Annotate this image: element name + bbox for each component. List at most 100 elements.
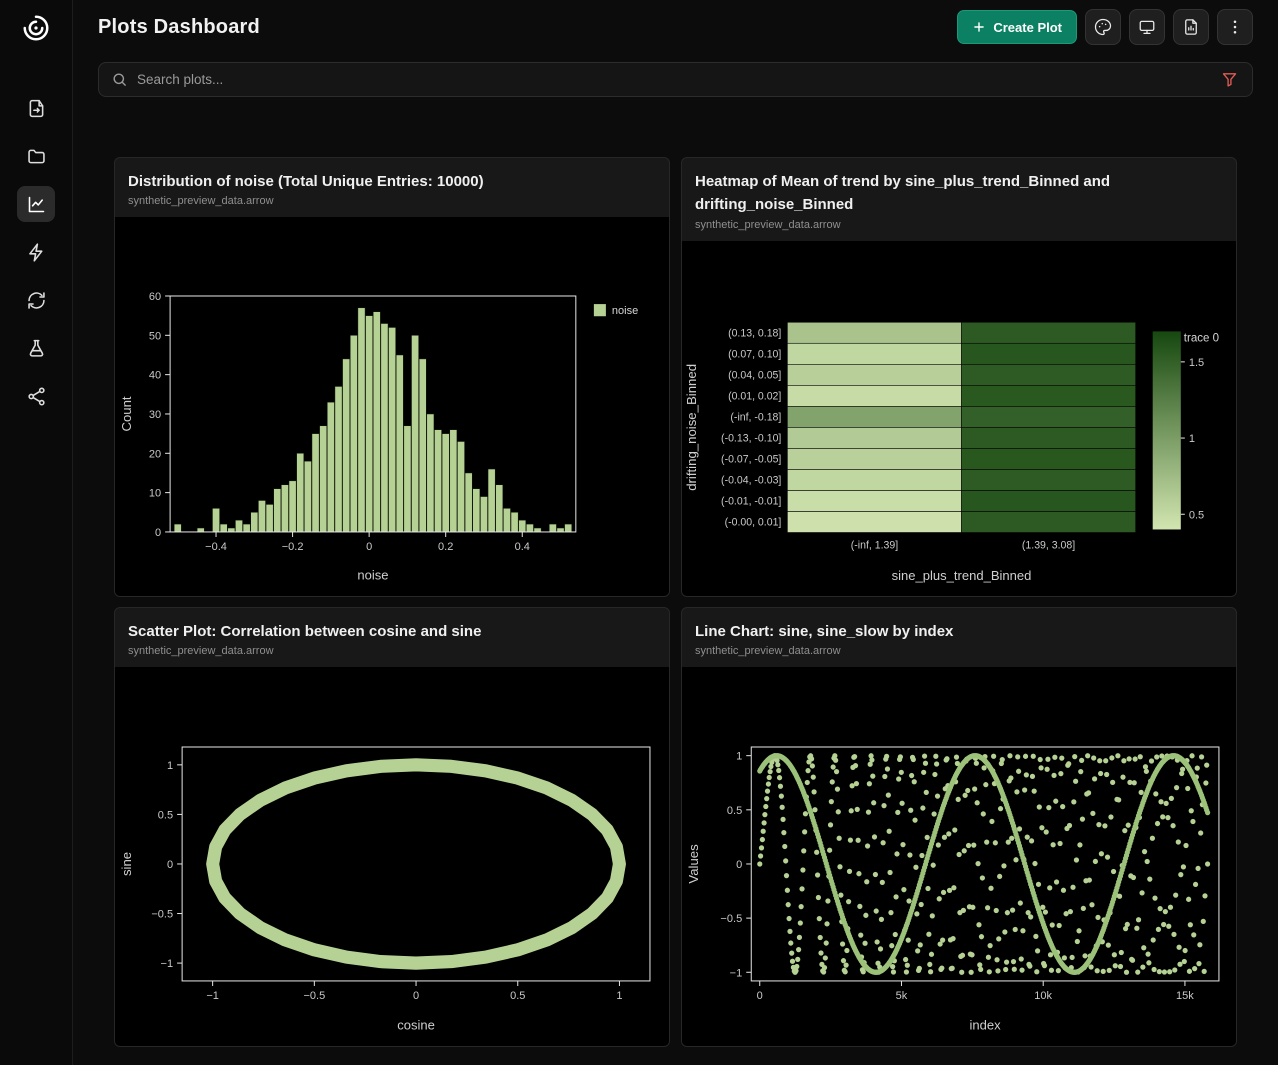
folder-icon — [26, 146, 47, 167]
svg-text:0.5: 0.5 — [510, 990, 525, 1002]
scatter-chart[interactable]: −1−0.500.51−1−0.500.51cosinesine — [115, 667, 669, 1046]
svg-text:1: 1 — [616, 990, 622, 1002]
svg-text:−1: −1 — [206, 990, 219, 1002]
svg-text:−1: −1 — [730, 968, 743, 980]
monitor-icon — [1138, 18, 1156, 36]
sidebar-item-share[interactable] — [17, 378, 55, 414]
sidebar-item-experiments[interactable] — [17, 330, 55, 366]
plot-card-heatmap: Heatmap of Mean of trend by sine_plus_tr… — [681, 157, 1237, 597]
svg-text:trace 0: trace 0 — [1184, 331, 1219, 344]
svg-text:−0.5: −0.5 — [303, 990, 325, 1002]
search-input[interactable] — [137, 72, 1210, 87]
svg-text:0.5: 0.5 — [1189, 509, 1204, 521]
plot-card-header[interactable]: Scatter Plot: Correlation between cosine… — [115, 608, 669, 667]
plot-card-header[interactable]: Heatmap of Mean of trend by sine_plus_tr… — [682, 158, 1236, 241]
more-menu-button[interactable] — [1217, 9, 1253, 45]
svg-text:(0.01, 0.02]: (0.01, 0.02] — [728, 390, 781, 402]
plus-icon — [972, 20, 986, 34]
svg-text:(-0.01, -0.01]: (-0.01, -0.01] — [721, 495, 781, 507]
create-plot-label: Create Plot — [993, 20, 1062, 35]
svg-text:1: 1 — [1189, 433, 1195, 445]
sidebar-item-files[interactable] — [17, 90, 55, 126]
svg-text:0.5: 0.5 — [727, 805, 742, 817]
plot-title: Scatter Plot: Correlation between cosine… — [128, 620, 656, 643]
refresh-icon — [26, 290, 47, 311]
svg-text:5k: 5k — [896, 990, 908, 1002]
theme-palette-button[interactable] — [1085, 9, 1121, 45]
page-header: Plots Dashboard Create Plot — [95, 0, 1256, 54]
svg-text:(-0.00, 0.01]: (-0.00, 0.01] — [725, 516, 782, 528]
svg-text:1: 1 — [736, 751, 742, 763]
app-logo[interactable] — [20, 12, 52, 44]
main-content: Plots Dashboard Create Plot — [73, 0, 1278, 1065]
svg-text:(-0.07, -0.05]: (-0.07, -0.05] — [721, 453, 781, 465]
sidebar-item-actions[interactable] — [17, 234, 55, 270]
zap-icon — [26, 242, 47, 263]
svg-text:Values: Values — [686, 844, 701, 884]
report-button[interactable] — [1173, 9, 1209, 45]
sidebar-item-sync[interactable] — [17, 282, 55, 318]
swirl-logo-icon — [21, 13, 51, 43]
svg-text:10: 10 — [149, 488, 161, 500]
file-report-icon — [1182, 18, 1200, 36]
svg-text:−1: −1 — [161, 958, 174, 970]
share-icon — [26, 386, 47, 407]
histogram-chart[interactable]: −0.4−0.200.20.40102030405060noiseCountno… — [115, 217, 669, 596]
sidebar — [0, 0, 73, 1065]
svg-text:(0.07, 0.10]: (0.07, 0.10] — [728, 348, 781, 360]
svg-text:20: 20 — [149, 449, 161, 461]
plot-card-scatter: Scatter Plot: Correlation between cosine… — [114, 607, 670, 1047]
plot-subtitle: synthetic_preview_data.arrow — [695, 645, 1223, 657]
svg-text:cosine: cosine — [397, 1018, 435, 1033]
svg-text:(1.39, 3.08]: (1.39, 3.08] — [1022, 539, 1075, 551]
plot-title: Line Chart: sine, sine_slow by index — [695, 620, 1223, 643]
svg-text:(-0.04, -0.03]: (-0.04, -0.03] — [721, 474, 781, 486]
sidebar-nav — [17, 90, 55, 414]
create-plot-button[interactable]: Create Plot — [957, 10, 1077, 44]
plot-card-histogram: Distribution of noise (Total Unique Entr… — [114, 157, 670, 597]
svg-text:(-inf, -0.18]: (-inf, -0.18] — [730, 411, 781, 423]
svg-text:(-inf, 1.39]: (-inf, 1.39] — [851, 539, 898, 551]
svg-text:50: 50 — [149, 331, 161, 343]
svg-text:drifting_noise_Binned: drifting_noise_Binned — [684, 363, 699, 490]
display-mode-button[interactable] — [1129, 9, 1165, 45]
chart-line-icon — [26, 194, 47, 215]
flask-icon — [26, 338, 47, 359]
header-actions: Create Plot — [957, 9, 1253, 45]
chart-area: −1−0.500.51−1−0.500.51cosinesine — [115, 667, 669, 1046]
svg-text:noise: noise — [612, 305, 638, 317]
page-title: Plots Dashboard — [98, 16, 260, 39]
svg-text:0.2: 0.2 — [438, 541, 453, 553]
file-export-icon — [26, 98, 47, 119]
svg-text:Count: Count — [119, 396, 134, 431]
svg-text:−0.5: −0.5 — [151, 909, 173, 921]
sidebar-item-folders[interactable] — [17, 138, 55, 174]
svg-text:−0.5: −0.5 — [720, 913, 742, 925]
svg-text:60: 60 — [149, 291, 161, 303]
search-icon — [111, 71, 128, 88]
svg-text:(-0.13, -0.10]: (-0.13, -0.10] — [721, 432, 781, 444]
line-chart[interactable]: 05k10k15k−1−0.500.51indexValues — [682, 667, 1236, 1046]
svg-text:−0.2: −0.2 — [282, 541, 304, 553]
plot-title: Heatmap of Mean of trend by sine_plus_tr… — [695, 170, 1223, 217]
sidebar-item-plots[interactable] — [17, 186, 55, 222]
plot-card-header[interactable]: Distribution of noise (Total Unique Entr… — [115, 158, 669, 217]
filter-funnel-icon — [1221, 71, 1238, 88]
svg-text:0.5: 0.5 — [158, 810, 173, 822]
svg-text:noise: noise — [357, 568, 388, 583]
chart-area: 05k10k15k−1−0.500.51indexValues — [682, 667, 1236, 1046]
palette-icon — [1094, 18, 1112, 36]
svg-text:40: 40 — [149, 370, 161, 382]
svg-text:1: 1 — [167, 760, 173, 772]
heatmap-chart[interactable]: (0.13, 0.18](0.07, 0.10](0.04, 0.05](0.0… — [682, 241, 1236, 597]
filter-button[interactable] — [1219, 69, 1240, 90]
svg-text:0: 0 — [366, 541, 372, 553]
search-bar — [98, 62, 1253, 97]
app-window: Plots Dashboard Create Plot — [0, 0, 1278, 1065]
plot-subtitle: synthetic_preview_data.arrow — [128, 645, 656, 657]
svg-text:0: 0 — [413, 990, 419, 1002]
svg-text:0: 0 — [736, 859, 742, 871]
svg-text:sine: sine — [119, 852, 134, 876]
plot-card-header[interactable]: Line Chart: sine, sine_slow by index syn… — [682, 608, 1236, 667]
plot-card-line: Line Chart: sine, sine_slow by index syn… — [681, 607, 1237, 1047]
